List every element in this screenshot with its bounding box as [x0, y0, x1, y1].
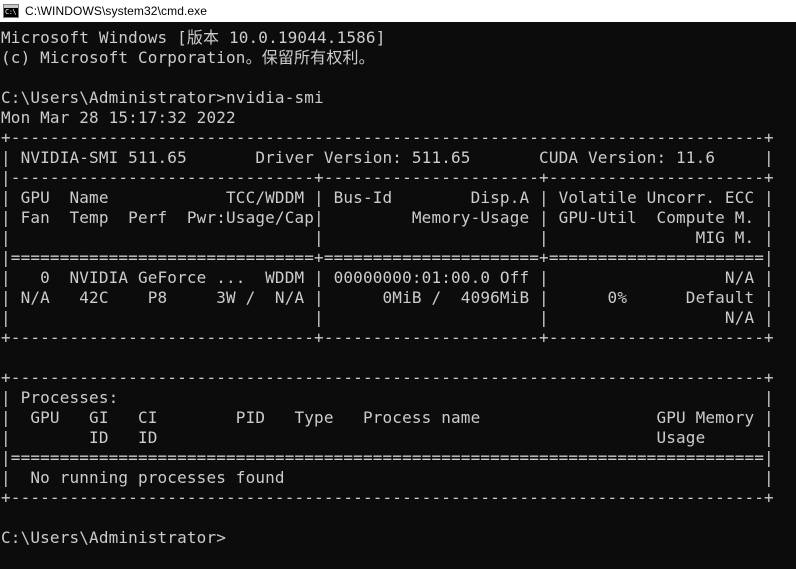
cmd-window: C:\ C:\WINDOWS\system32\cmd.exe Microsof…	[0, 0, 796, 569]
window-title: C:\WINDOWS\system32\cmd.exe	[25, 4, 208, 18]
window-titlebar[interactable]: C:\ C:\WINDOWS\system32\cmd.exe	[0, 0, 796, 22]
console-text: Microsoft Windows [版本 10.0.19044.1586] (…	[1, 28, 774, 547]
cmd-icon-prompt-glyph: C:\	[5, 8, 17, 16]
console-output-area[interactable]: Microsoft Windows [版本 10.0.19044.1586] (…	[0, 22, 796, 569]
cmd-console-icon: C:\	[3, 3, 19, 19]
